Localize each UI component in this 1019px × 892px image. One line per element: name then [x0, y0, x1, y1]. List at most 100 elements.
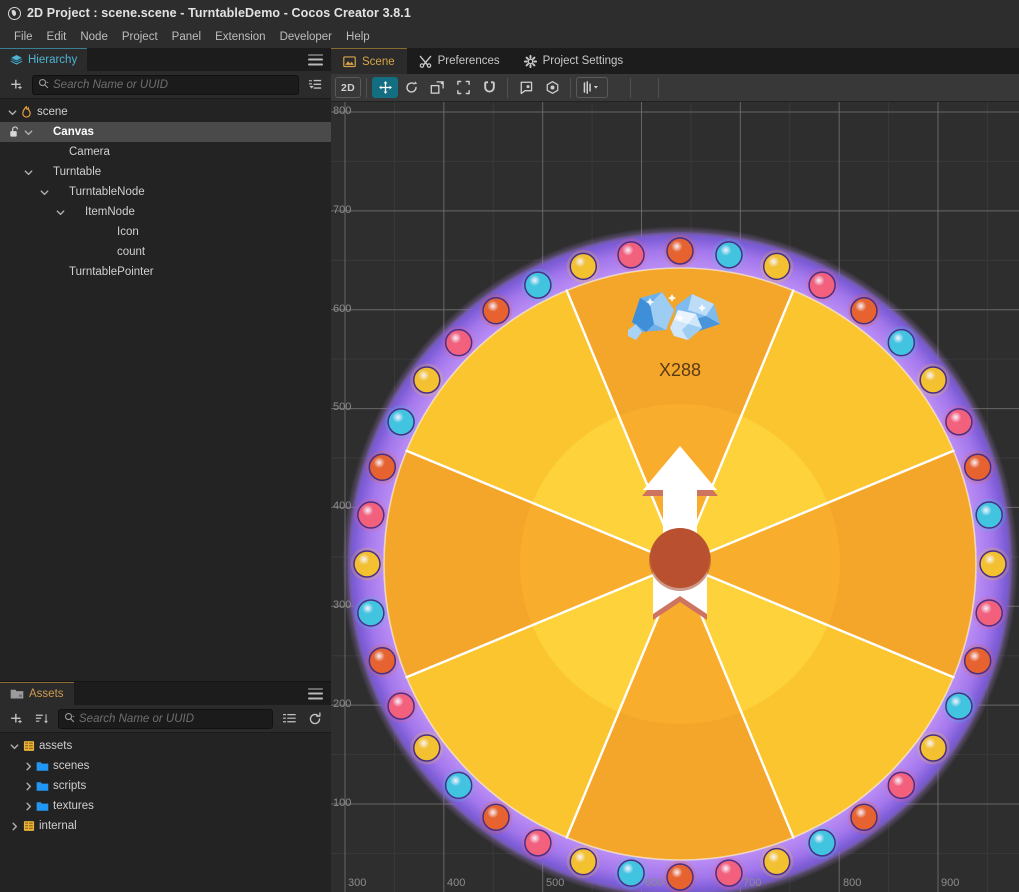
chevron-down-icon[interactable] [54, 206, 67, 219]
hierarchy-node-label: TurntablePointer [69, 266, 154, 278]
wheel-bulb [919, 366, 947, 394]
menu-item-developer[interactable]: Developer [273, 29, 339, 45]
hierarchy-node-camera[interactable]: Camera [0, 142, 331, 162]
rotate-tool[interactable] [398, 77, 424, 98]
asset-node-scripts[interactable]: scripts [0, 776, 331, 796]
cocos-logo-icon [8, 6, 21, 20]
add-node-icon[interactable] [6, 75, 26, 95]
list-view-icon[interactable] [279, 709, 299, 729]
menu-item-project[interactable]: Project [115, 29, 165, 45]
wheel-bulb [666, 237, 694, 265]
turntable-wheel[interactable]: X288 [331, 102, 1019, 892]
hierarchy-node-canvas[interactable]: Canvas [0, 122, 331, 142]
hierarchy-node-label: Camera [69, 146, 110, 158]
hierarchy-node-icon[interactable]: Icon [0, 222, 331, 242]
chevron-right-icon[interactable] [8, 820, 21, 833]
search-icon [64, 710, 75, 728]
refresh-icon[interactable] [305, 709, 325, 729]
wheel-bulb [963, 646, 992, 675]
add-asset-icon[interactable] [6, 709, 26, 729]
magnet-tool[interactable] [476, 77, 502, 98]
wheel-bulb [387, 408, 415, 436]
chevron-down-icon[interactable] [22, 126, 35, 139]
hierarchy-node-itemnode[interactable]: ItemNode [0, 202, 331, 222]
folder-blue-icon [35, 801, 50, 812]
item-count-label: X288 [659, 360, 701, 380]
asset-node-assets[interactable]: assets [0, 736, 331, 756]
sort-icon[interactable] [32, 709, 52, 729]
asset-node-label: internal [39, 820, 77, 832]
hierarchy-node-turntablepointer[interactable]: TurntablePointer [0, 262, 331, 282]
hierarchy-node-label: scene [37, 106, 68, 118]
folder-icon [10, 688, 24, 700]
move-tool[interactable] [372, 77, 398, 98]
scene-tab-label: Project Settings [542, 55, 624, 67]
asset-node-scenes[interactable]: scenes [0, 756, 331, 776]
hierarchy-node-scene[interactable]: scene [0, 102, 331, 122]
coord-toggle[interactable] [539, 77, 565, 98]
lock-open-icon[interactable] [6, 126, 22, 138]
toggle-2d-label: 2D [340, 81, 356, 94]
menu-bar: File Edit Node Project Panel Extension Develop… [0, 26, 1019, 48]
scene-canvas[interactable]: X288 800 700 600 500 400 300 200 100 300 400 500 60… [331, 102, 1019, 892]
chevron-down-icon[interactable] [6, 106, 19, 119]
wheel-bulb [444, 771, 473, 800]
toggle-2d-3d[interactable]: 2D [335, 77, 361, 98]
hierarchy-node-turntablenode[interactable]: TurntableNode [0, 182, 331, 202]
pivot-toggle[interactable] [513, 77, 539, 98]
asset-node-textures[interactable]: textures [0, 796, 331, 816]
wheel-bulb [979, 550, 1007, 578]
chevron-down-icon[interactable] [22, 166, 35, 179]
hierarchy-node-count[interactable]: count [0, 242, 331, 262]
wheel-bulb [482, 297, 510, 325]
toolbar-separator [570, 77, 571, 98]
asset-node-internal[interactable]: internal [0, 816, 331, 836]
tab-preferences[interactable]: Preferences [406, 48, 512, 74]
menu-item-edit[interactable]: Edit [40, 29, 74, 45]
layer-dropdown[interactable] [576, 77, 608, 98]
toolbar-separator [507, 77, 508, 98]
hamburger-icon[interactable] [308, 54, 323, 65]
hamburger-icon[interactable] [308, 688, 323, 699]
chevron-right-icon[interactable] [22, 800, 35, 813]
tab-assets[interactable]: Assets [0, 682, 74, 705]
search-placeholder: Search Name or UUID [53, 78, 169, 91]
chevron-down-icon[interactable] [8, 740, 21, 753]
chevron-right-icon[interactable] [22, 760, 35, 773]
rect-tool[interactable] [450, 77, 476, 98]
asset-node-label: scripts [53, 780, 87, 792]
scale-tool[interactable] [424, 77, 450, 98]
menu-item-file[interactable]: File [7, 29, 40, 45]
tree-filter-icon[interactable] [305, 75, 325, 95]
tab-hierarchy[interactable]: Hierarchy [0, 48, 88, 71]
hierarchy-node-turntable[interactable]: Turntable [0, 162, 331, 182]
assets-tabstrip: Assets [0, 682, 331, 705]
wheel-bulb [850, 803, 878, 831]
magnet-icon [482, 80, 497, 95]
database-icon [21, 740, 36, 752]
wheel-bulb [368, 646, 397, 675]
wheel-bulb [357, 501, 385, 529]
assets-search-input[interactable]: Search Name or UUID [58, 708, 273, 729]
menu-item-extension[interactable]: Extension [208, 29, 273, 45]
wheel-bulb [524, 271, 552, 299]
chevron-down-icon[interactable] [38, 186, 51, 199]
assets-search-placeholder: Search Name or UUID [79, 712, 195, 725]
wheel-bulb [413, 734, 441, 762]
search-input[interactable]: Search Name or UUID [32, 74, 299, 95]
toolbar-separator [366, 77, 367, 98]
tab-scene[interactable]: Scene [331, 48, 407, 74]
menu-item-help[interactable]: Help [339, 29, 377, 45]
wheel-bulb [482, 803, 510, 831]
wheel-bulb [975, 501, 1003, 529]
menu-item-panel[interactable]: Panel [165, 29, 208, 45]
chevron-right-icon[interactable] [22, 780, 35, 793]
pointer-hub[interactable] [650, 528, 710, 588]
scene-tab-label: Scene [362, 55, 395, 68]
menu-item-node[interactable]: Node [73, 29, 115, 45]
tab-project-settings[interactable]: Project Settings [511, 48, 636, 74]
